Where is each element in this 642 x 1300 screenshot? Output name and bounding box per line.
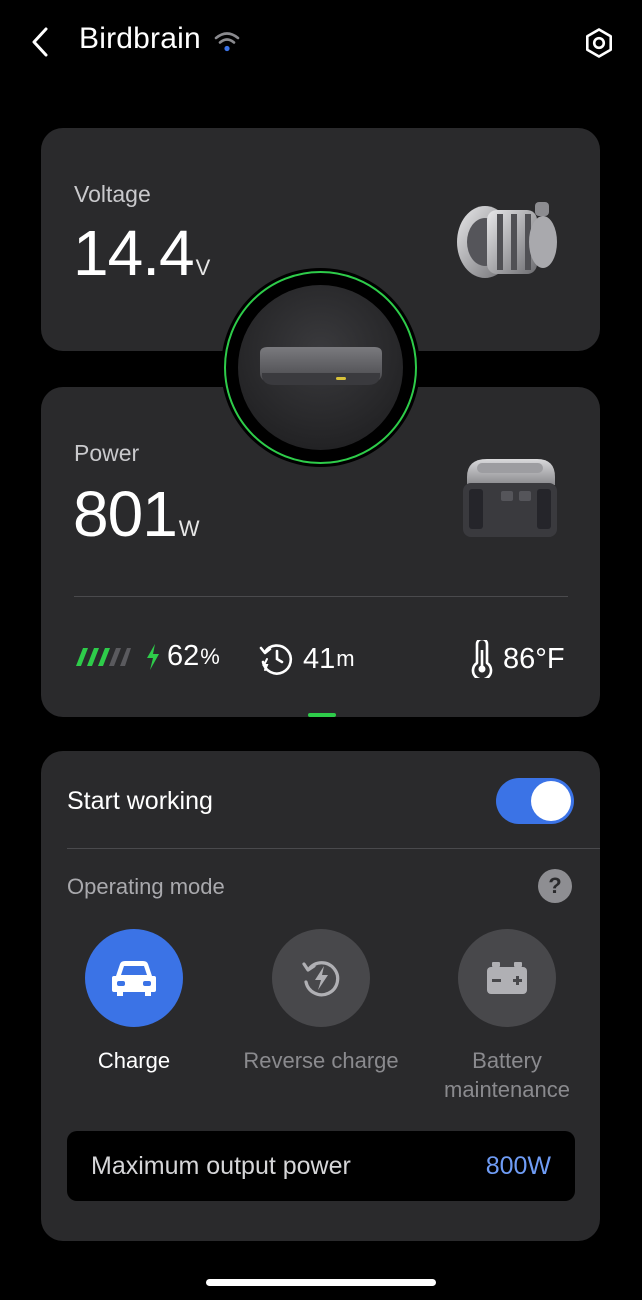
voltage-label: Voltage [74,181,151,207]
remaining-time-unit: m [336,646,355,671]
max-output-power-row[interactable]: Maximum output power 800W [67,1131,575,1201]
device-image-circle [238,285,403,450]
start-working-label: Start working [67,787,213,815]
device-title: Birdbrain [79,22,201,55]
mode-charge-button[interactable] [85,929,183,1027]
mode-battery-label-line1: Battery [472,1048,542,1073]
battery-percent-unit: % [200,643,220,669]
thermometer-icon [471,640,493,678]
power-reading: 801 W [73,477,200,551]
remaining-time-value: 41 [303,642,336,675]
battery-percent-value: 62 [167,640,200,672]
power-label: Power [74,440,140,466]
mode-reverse-charge-label: Reverse charge [243,1048,399,1073]
charger-device-image [260,347,382,385]
temperature-value: 86°F [503,642,565,675]
power-value: 801 [73,478,178,550]
voltage-value: 14.4 [73,217,195,289]
control-divider [67,848,600,849]
mode-charge-label: Charge [97,1048,171,1073]
reverse-charge-icon [302,961,340,997]
chevron-left-icon [32,27,48,57]
voltage-unit: V [195,255,211,280]
mode-battery-maintenance-label: Battery maintenance [432,1046,582,1104]
home-indicator [206,1279,436,1286]
toggle-knob [531,781,571,821]
battery-level-icon [76,647,131,666]
wifi-icon [214,32,240,52]
max-output-power-label: Maximum output power [91,1151,351,1180]
stats-divider [74,596,568,597]
operating-mode-label: Operating mode [67,874,225,899]
battery-stat: 62 % [75,640,220,673]
help-icon[interactable]: ? [538,869,572,903]
voltage-reading: 14.4 V [73,216,210,290]
start-working-toggle[interactable] [496,778,574,824]
back-button[interactable] [22,24,58,60]
remaining-time-stat: 41 m [258,640,355,678]
alternator-image [457,202,557,278]
lightning-icon [147,643,159,670]
power-unit: W [178,516,200,541]
mode-battery-label-line2: maintenance [444,1077,570,1102]
car-icon [112,961,156,996]
ring-indicator [308,713,336,717]
settings-button[interactable] [580,24,618,62]
gear-icon [586,28,612,58]
mode-battery-maintenance-button[interactable] [458,929,556,1027]
battery-icon [487,962,527,994]
clock-history-icon [259,644,293,675]
temperature-stat: 86°F [469,640,565,678]
mode-reverse-charge-button[interactable] [272,929,370,1027]
max-output-power-value: 800W [485,1151,551,1180]
power-station-image [463,459,557,537]
